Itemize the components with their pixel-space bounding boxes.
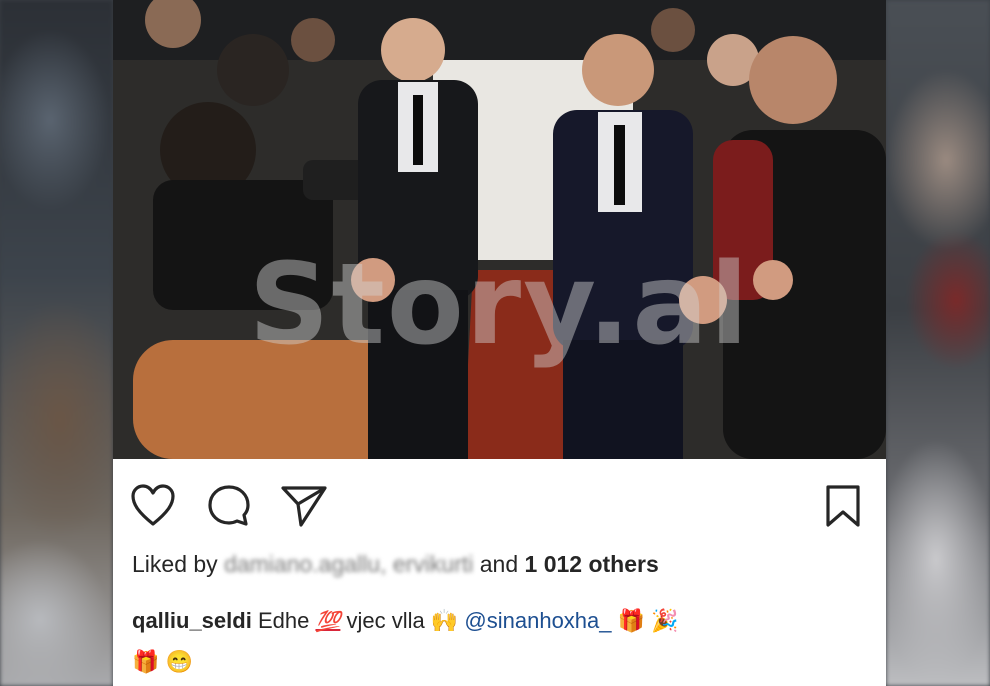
blurred-background-right (886, 0, 990, 686)
share-icon[interactable] (280, 484, 328, 533)
comment-icon[interactable] (206, 484, 252, 533)
likes-summary: Liked by damiano.agallu, ervikurti and 1… (132, 551, 659, 578)
party-popper-emoji: 🎉 (651, 608, 679, 633)
blurred-background-left (0, 0, 113, 686)
likes-count-link[interactable]: 1 012 others (525, 551, 659, 577)
hundred-points-emoji: 💯 (315, 611, 341, 633)
gift-emoji-1: 🎁 (617, 608, 646, 633)
caption-username[interactable]: qalliu_seldi (132, 608, 252, 633)
watermark-text: Story.al (248, 240, 751, 370)
bookmark-icon[interactable] (825, 484, 861, 533)
caption-text-2: vjec vlla (346, 608, 425, 633)
post-photo[interactable]: Story.al (113, 0, 886, 459)
grinning-emoji: 😁 (165, 649, 193, 674)
heart-icon[interactable] (130, 484, 176, 533)
instagram-post: Story.al Liked by damiano.agallu, erviku… (113, 0, 886, 686)
post-caption: qalliu_seldi Edhe 💯 vjec vlla 🙌 @sinanho… (132, 601, 872, 682)
likes-conjunction: and (479, 551, 519, 577)
raised-hands-emoji: 🙌 (430, 608, 459, 633)
post-actions-bar (113, 472, 886, 542)
liked-by-users[interactable]: damiano.agallu, ervikurti (224, 551, 473, 577)
caption-mention[interactable]: @sinanhoxha_ (464, 608, 611, 633)
likes-prefix: Liked by (132, 551, 218, 577)
photo-scene (113, 0, 886, 459)
gift-emoji-2: 🎁 (132, 649, 160, 674)
caption-text-1: Edhe (257, 608, 310, 633)
